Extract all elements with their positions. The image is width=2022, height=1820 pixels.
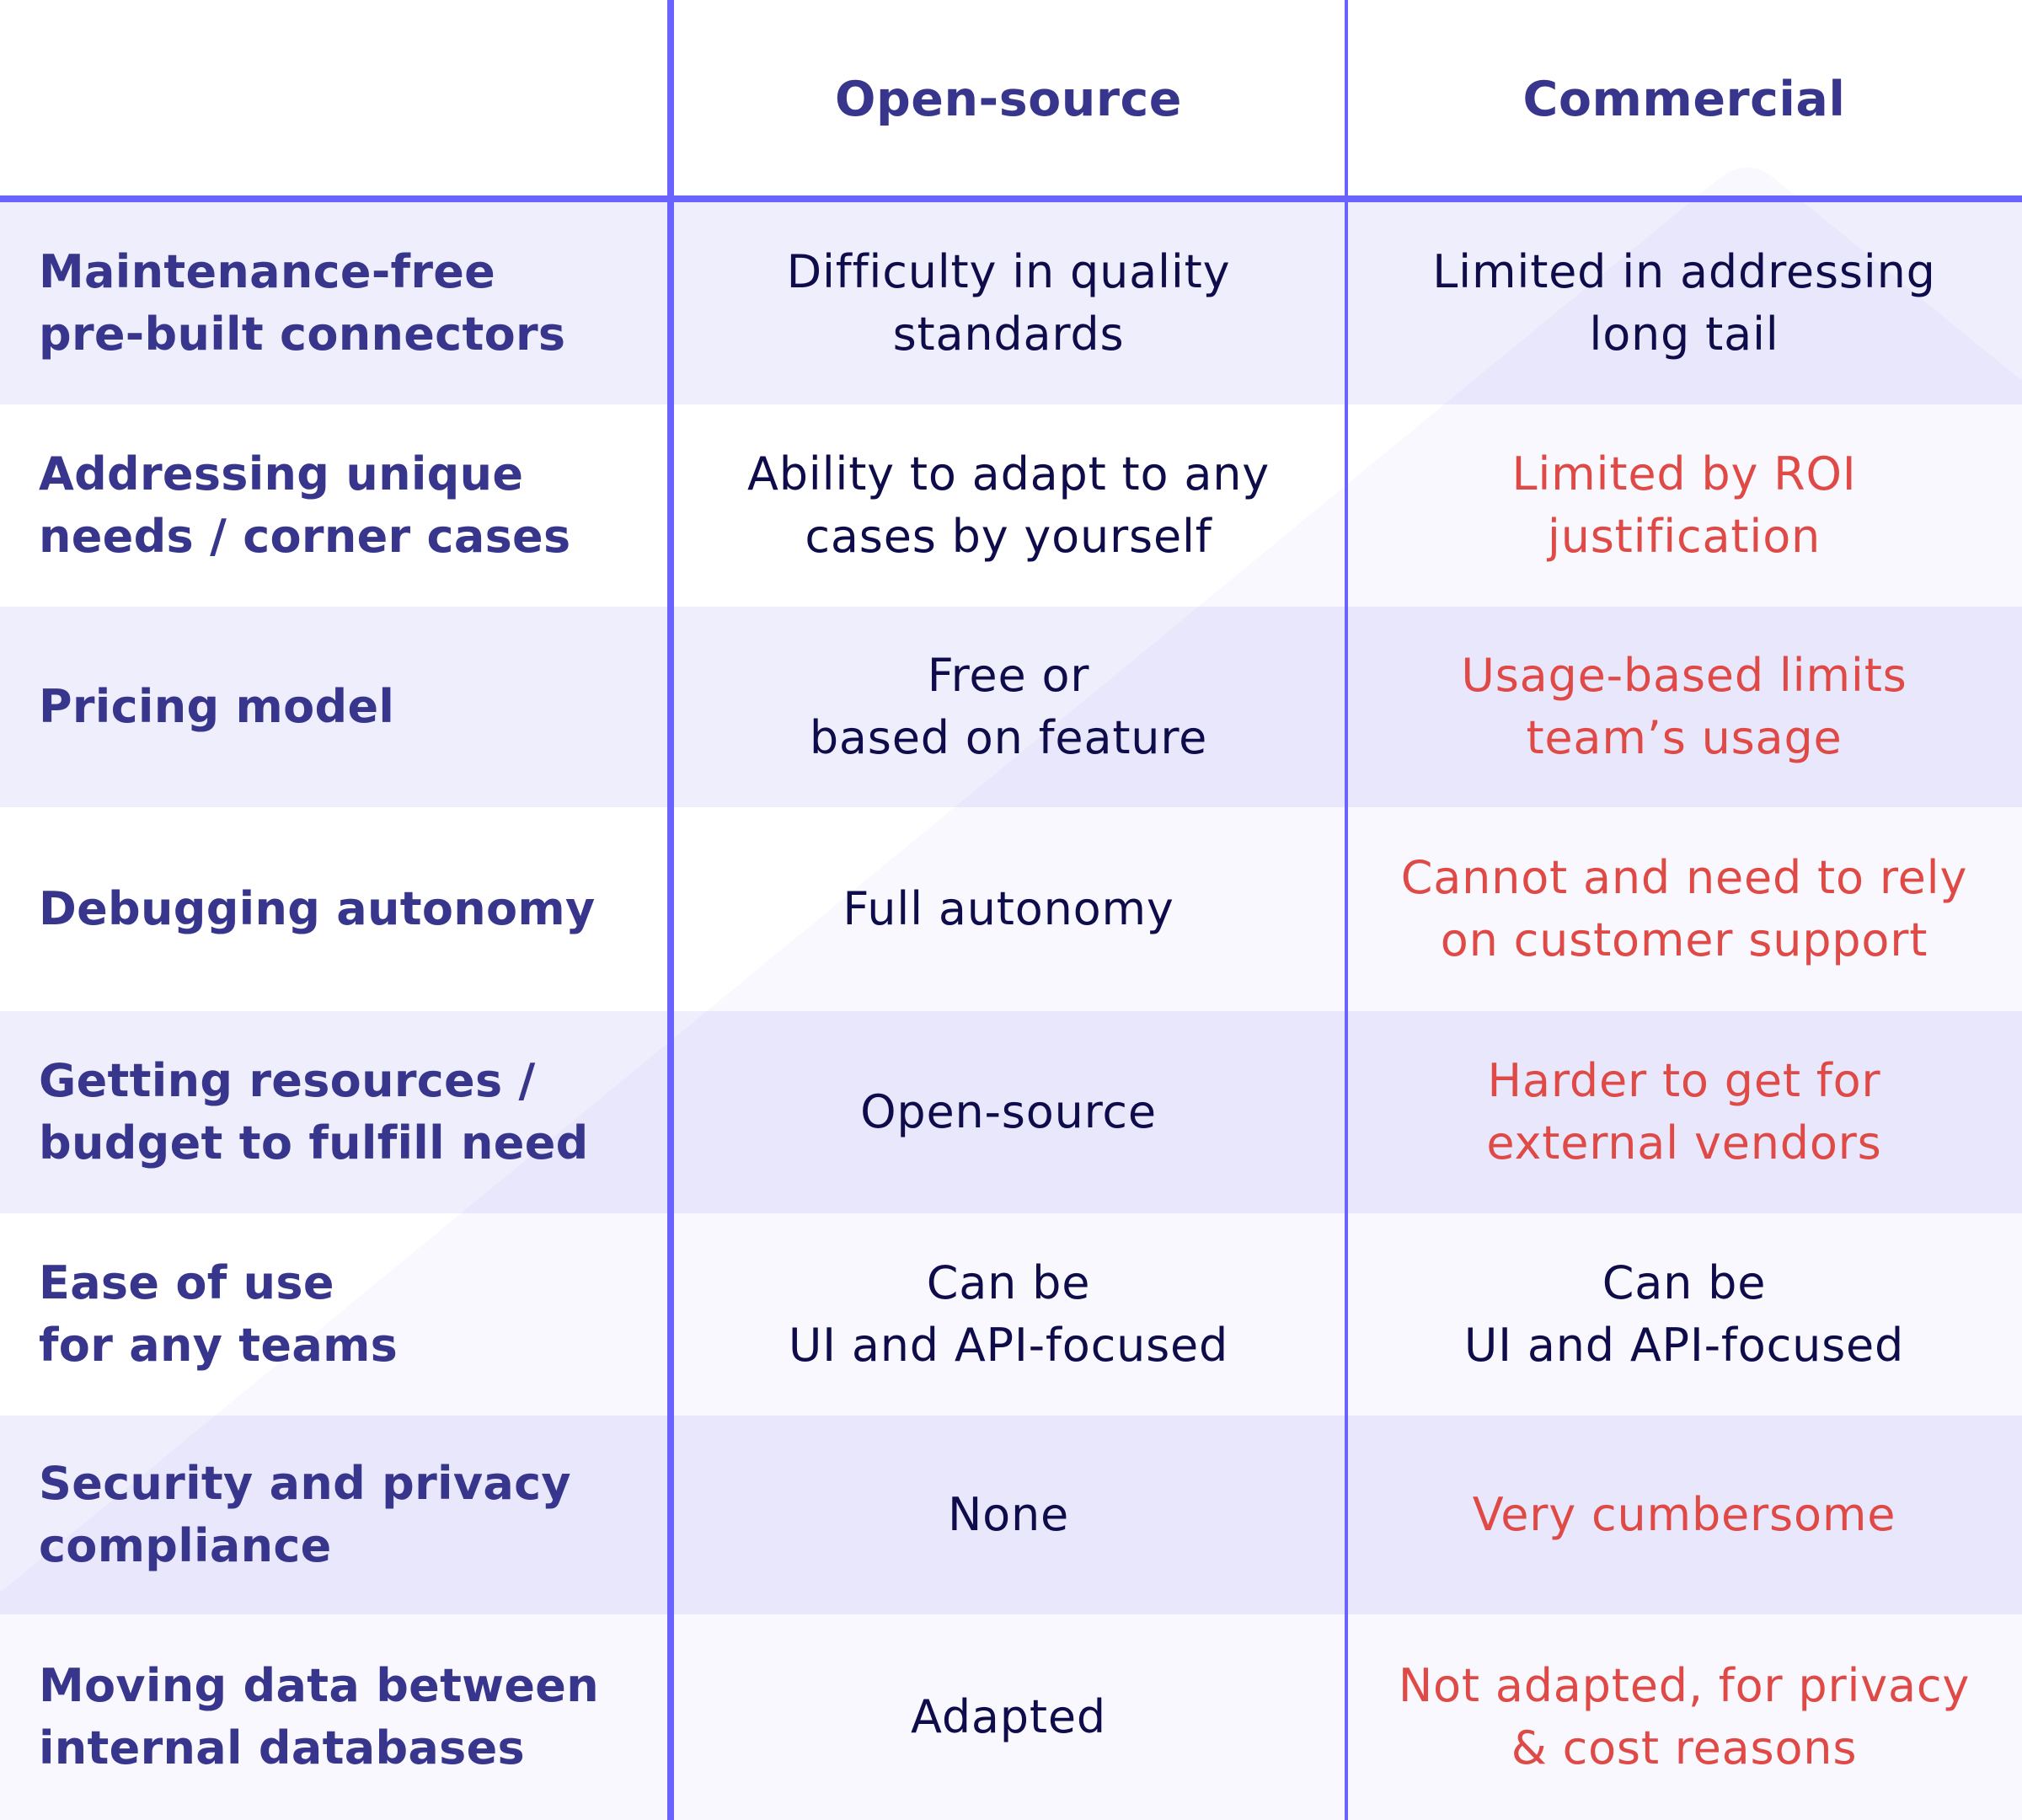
table-row: Security and privacy compliance None Very … <box>0 1416 2022 1614</box>
open-source-cell: Full autonomy <box>671 807 1346 1011</box>
commercial-cell: Harder to get for external vendors <box>1346 1011 2022 1213</box>
feature-cell: Ease of use for any teams <box>0 1213 671 1416</box>
open-source-value: Adapted <box>911 1690 1106 1743</box>
header-corner-cell <box>0 0 671 198</box>
open-source-cell: Free or based on feature <box>671 607 1346 807</box>
commercial-cell: Cannot and need to rely on customer supp… <box>1346 807 2022 1011</box>
feature-label: Ease of use for any teams <box>39 1256 399 1372</box>
column-divider-2 <box>1345 0 1348 1820</box>
feature-cell: Moving data between internal databases <box>0 1614 671 1820</box>
feature-label: Maintenance-free pre-built connectors <box>39 245 566 361</box>
column-header-commercial: Commercial <box>1522 71 1846 127</box>
commercial-cell: Limited by ROI justification <box>1346 404 2022 607</box>
table-row: Moving data between internal databases Ad… <box>0 1614 2022 1820</box>
feature-cell: Debugging autonomy <box>0 807 671 1011</box>
commercial-cell: Usage-based limits team’s usage <box>1346 607 2022 807</box>
open-source-value: Ability to adapt to any cases by yoursel… <box>746 447 1270 563</box>
commercial-value: Limited by ROI justification <box>1511 447 1857 563</box>
header-row: Open-source Commercial <box>0 0 2022 198</box>
commercial-value: Cannot and need to rely on customer supp… <box>1400 851 1968 966</box>
feature-cell: Addressing unique needs / corner cases <box>0 404 671 607</box>
open-source-value: Difficulty in quality standards <box>786 245 1231 361</box>
commercial-value: Limited in addressing long tail <box>1432 245 1936 361</box>
table-row: Pricing model Free or based on feature Usa… <box>0 607 2022 807</box>
open-source-cell: None <box>671 1416 1346 1614</box>
feature-cell: Security and privacy compliance <box>0 1416 671 1614</box>
table-row: Ease of use for any teams Can be UI and A… <box>0 1213 2022 1416</box>
feature-label: Addressing unique needs / corner cases <box>39 447 571 563</box>
commercial-value: Harder to get for external vendors <box>1486 1054 1882 1170</box>
open-source-cell: Ability to adapt to any cases by yoursel… <box>671 404 1346 607</box>
feature-cell: Pricing model <box>0 607 671 807</box>
table-row: Maintenance-free pre-built connectors Dif… <box>0 202 2022 404</box>
open-source-value: Free or based on feature <box>809 649 1208 764</box>
open-source-value: Open-source <box>860 1085 1157 1138</box>
feature-label: Pricing model <box>39 680 395 733</box>
open-source-value: Full autonomy <box>842 882 1174 935</box>
header-divider <box>0 195 2022 202</box>
feature-cell: Getting resources / budget to fulfill ne… <box>0 1011 671 1213</box>
column-header-open-source: Open-source <box>835 71 1182 127</box>
feature-label: Getting resources / budget to fulfill ne… <box>39 1054 589 1170</box>
commercial-cell: Not adapted, for privacy & cost reasons <box>1346 1614 2022 1820</box>
feature-cell: Maintenance-free pre-built connectors <box>0 202 671 404</box>
commercial-cell: Very cumbersome <box>1346 1416 2022 1614</box>
commercial-value: Not adapted, for privacy & cost reasons <box>1398 1659 1971 1774</box>
commercial-value: Usage-based limits team’s usage <box>1461 649 1907 764</box>
feature-label: Security and privacy compliance <box>39 1457 571 1572</box>
open-source-value: Can be UI and API-focused <box>788 1256 1229 1372</box>
column-divider-1 <box>667 0 674 1820</box>
open-source-cell: Adapted <box>671 1614 1346 1820</box>
commercial-value: Very cumbersome <box>1472 1488 1896 1541</box>
commercial-value: Can be UI and API-focused <box>1463 1256 1905 1372</box>
feature-label: Moving data between internal databases <box>39 1659 599 1774</box>
comparison-table: Open-source Commercial Maintenance-free … <box>0 0 2022 1820</box>
header-cell-commercial: Commercial <box>1346 0 2022 198</box>
header-cell-open-source: Open-source <box>671 0 1346 198</box>
table-row: Getting resources / budget to fulfill ne… <box>0 1011 2022 1213</box>
open-source-cell: Can be UI and API-focused <box>671 1213 1346 1416</box>
open-source-cell: Difficulty in quality standards <box>671 202 1346 404</box>
open-source-value: None <box>947 1488 1070 1541</box>
commercial-cell: Can be UI and API-focused <box>1346 1213 2022 1416</box>
table-row: Addressing unique needs / corner cases Ab… <box>0 404 2022 607</box>
open-source-cell: Open-source <box>671 1011 1346 1213</box>
commercial-cell: Limited in addressing long tail <box>1346 202 2022 404</box>
feature-label: Debugging autonomy <box>39 882 596 935</box>
table-row: Debugging autonomy Full autonomy Cannot an… <box>0 807 2022 1011</box>
